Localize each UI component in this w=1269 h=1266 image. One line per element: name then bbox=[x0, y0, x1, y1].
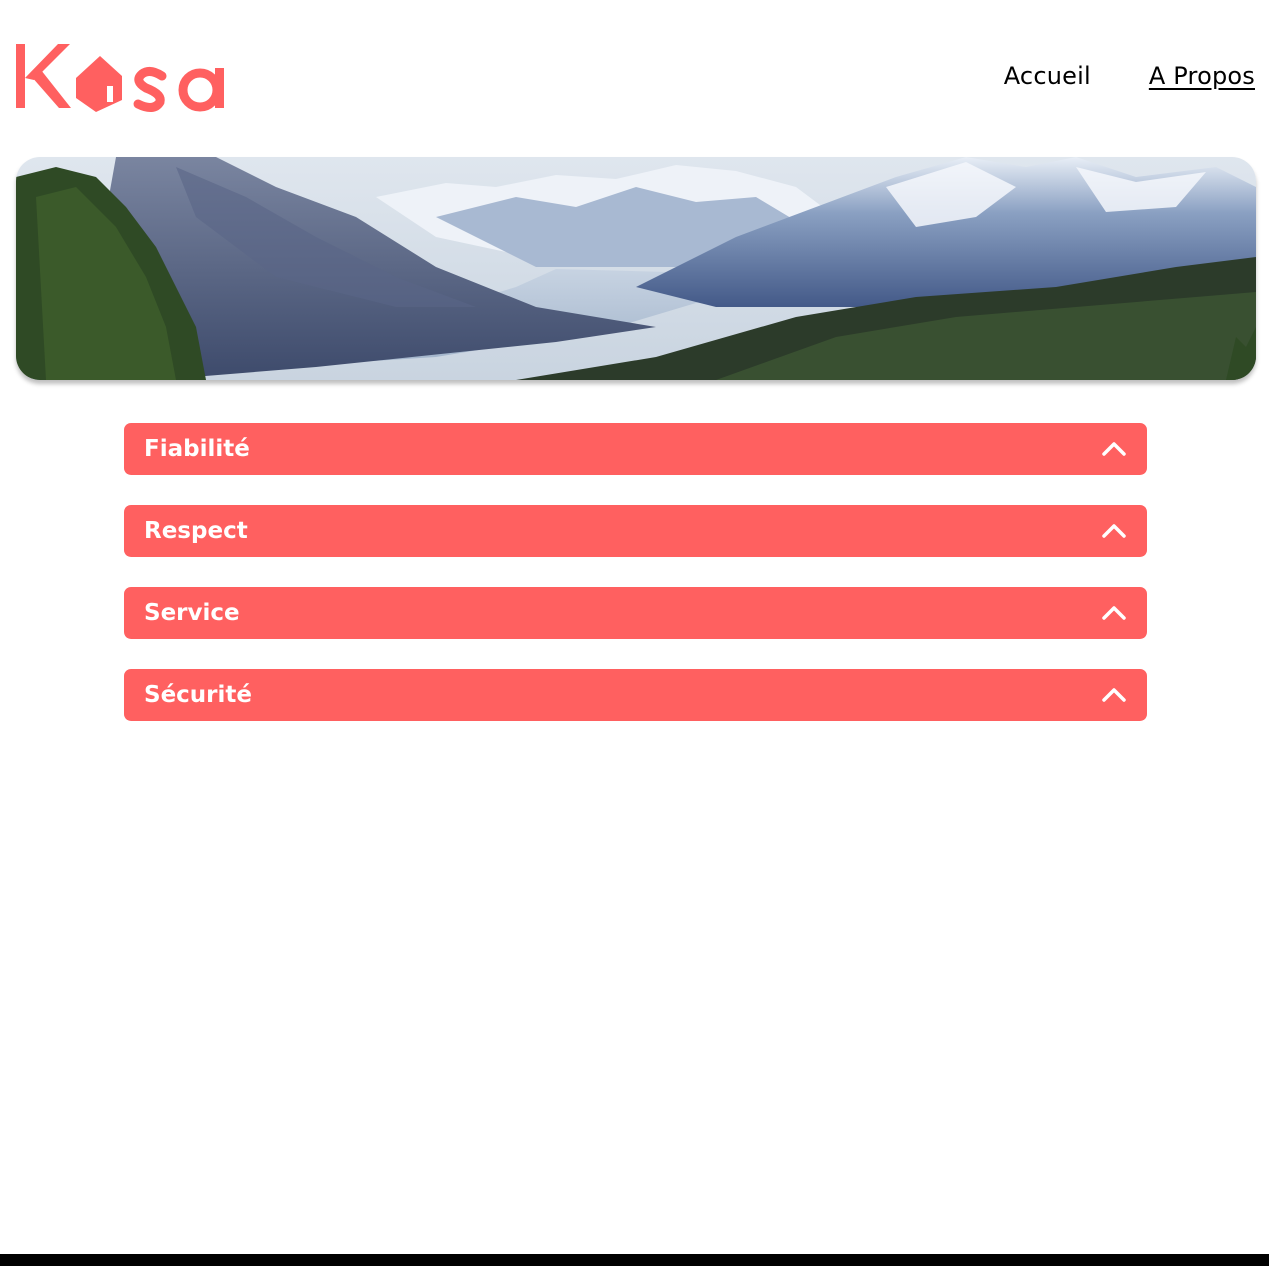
chevron-up-icon[interactable] bbox=[1101, 605, 1127, 621]
nav-link-a-propos[interactable]: A Propos bbox=[1149, 62, 1255, 90]
collapse-securite[interactable]: Sécurité bbox=[124, 669, 1147, 721]
site-header: Accueil A Propos bbox=[0, 0, 1269, 157]
values-collapse-list: Fiabilité Respect Service Sécurité bbox=[124, 423, 1147, 751]
main-nav: Accueil A Propos bbox=[1004, 62, 1255, 90]
kasa-logo[interactable] bbox=[14, 40, 234, 116]
collapse-title: Respect bbox=[144, 518, 248, 544]
chevron-up-icon[interactable] bbox=[1101, 523, 1127, 539]
collapse-fiabilite[interactable]: Fiabilité bbox=[124, 423, 1147, 475]
collapse-respect[interactable]: Respect bbox=[124, 505, 1147, 557]
about-banner bbox=[16, 157, 1256, 380]
mountain-landscape-image bbox=[16, 157, 1256, 380]
collapse-title: Sécurité bbox=[144, 682, 252, 708]
chevron-up-icon[interactable] bbox=[1101, 687, 1127, 703]
chevron-up-icon[interactable] bbox=[1101, 441, 1127, 457]
nav-link-accueil[interactable]: Accueil bbox=[1004, 62, 1091, 90]
collapse-service[interactable]: Service bbox=[124, 587, 1147, 639]
collapse-title: Service bbox=[144, 600, 240, 626]
collapse-title: Fiabilité bbox=[144, 436, 250, 462]
footer bbox=[0, 1254, 1269, 1266]
